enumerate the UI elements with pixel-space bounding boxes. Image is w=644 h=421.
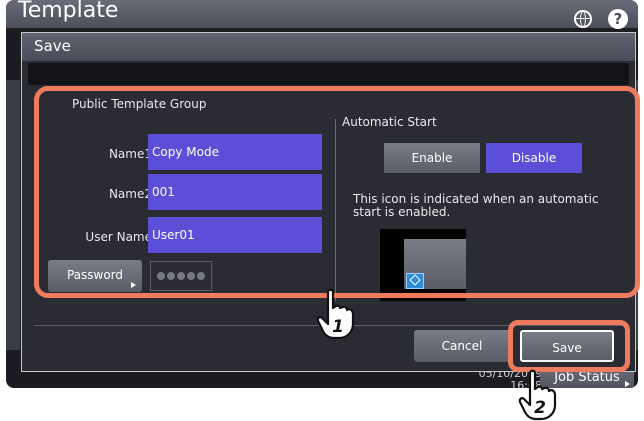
callout-highlight-step-2 xyxy=(508,320,630,372)
dialog-message-band xyxy=(28,63,629,85)
callout-highlight-step-1 xyxy=(34,86,640,298)
dialog-title: Save xyxy=(34,37,71,55)
globe-icon[interactable] xyxy=(574,10,592,28)
step-1-number: 1 xyxy=(332,317,344,337)
screen-title: Template xyxy=(18,0,119,23)
cancel-button[interactable]: Cancel xyxy=(414,330,510,362)
pointing-hand-icon-step-2: 2 xyxy=(518,369,557,421)
help-icon[interactable]: ? xyxy=(608,9,628,29)
background-panel-left xyxy=(6,80,20,350)
pointing-hand-icon-step-1: 1 xyxy=(316,288,355,340)
screen-header: Template ? xyxy=(6,0,638,29)
dialog-titlebar: Save xyxy=(22,33,635,61)
step-2-number: 2 xyxy=(534,398,546,418)
expand-arrow-icon xyxy=(625,381,630,387)
job-status-label: Job Status xyxy=(554,370,620,385)
